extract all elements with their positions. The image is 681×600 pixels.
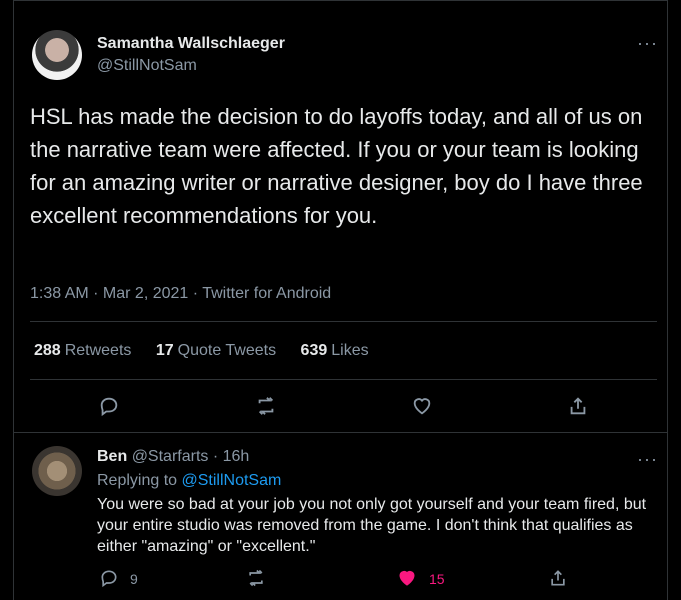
retweets-stat[interactable]: 288 Retweets <box>34 342 131 359</box>
reply-text: You were so bad at your job you not only… <box>97 496 647 555</box>
reply-reply-icon[interactable] <box>98 567 120 589</box>
reply-retweet-icon[interactable] <box>245 567 267 589</box>
tweet-meta[interactable]: 1:38 AM · Mar 2, 2021 · Twitter for Andr… <box>30 285 331 303</box>
quote-tweets-stat[interactable]: 17 Quote Tweets <box>156 342 276 359</box>
retweets-label: Retweets <box>64 342 132 359</box>
replying-to-label: Replying to <box>97 472 178 489</box>
like-icon[interactable] <box>409 393 435 419</box>
more-options-icon[interactable]: ··· <box>637 34 658 52</box>
reply-author-avatar[interactable] <box>32 446 82 496</box>
reply-time[interactable]: · 16h <box>213 448 249 465</box>
reply-reply-count: 9 <box>130 571 138 587</box>
retweets-count: 288 <box>34 342 61 359</box>
share-icon[interactable] <box>565 393 591 419</box>
reply-more-options-icon[interactable]: ··· <box>637 450 658 468</box>
divider <box>30 321 657 322</box>
likes-stat[interactable]: 639 Likes <box>301 342 369 359</box>
replying-to-handle[interactable]: @StillNotSam <box>182 472 282 489</box>
reply-icon[interactable] <box>96 393 122 419</box>
reply-like-icon[interactable] <box>396 567 418 589</box>
author-name[interactable]: Samantha Wallschlaeger <box>97 35 285 53</box>
author-handle[interactable]: @StillNotSam <box>97 57 197 75</box>
likes-label: Likes <box>331 342 369 359</box>
tweet-stats: 288 Retweets 17 Quote Tweets 639 Likes <box>34 342 389 360</box>
quote-tweets-label: Quote Tweets <box>177 342 277 359</box>
divider <box>14 432 667 433</box>
reply-like-count: 15 <box>429 571 445 587</box>
reply-author-handle[interactable]: @Starfarts <box>132 448 209 465</box>
quote-tweets-count: 17 <box>155 342 174 359</box>
likes-count: 639 <box>300 342 328 359</box>
divider <box>30 379 657 380</box>
author-avatar[interactable] <box>32 30 82 80</box>
reply-share-icon[interactable] <box>547 567 569 589</box>
reply-author-name[interactable]: Ben <box>97 448 127 465</box>
replying-to: Replying to @StillNotSam <box>97 472 281 490</box>
retweet-icon[interactable] <box>253 393 279 419</box>
tweet-text: HSL has made the decision to do layoffs … <box>30 104 643 228</box>
reply-header: Ben @Starfarts · 16h <box>97 448 249 466</box>
